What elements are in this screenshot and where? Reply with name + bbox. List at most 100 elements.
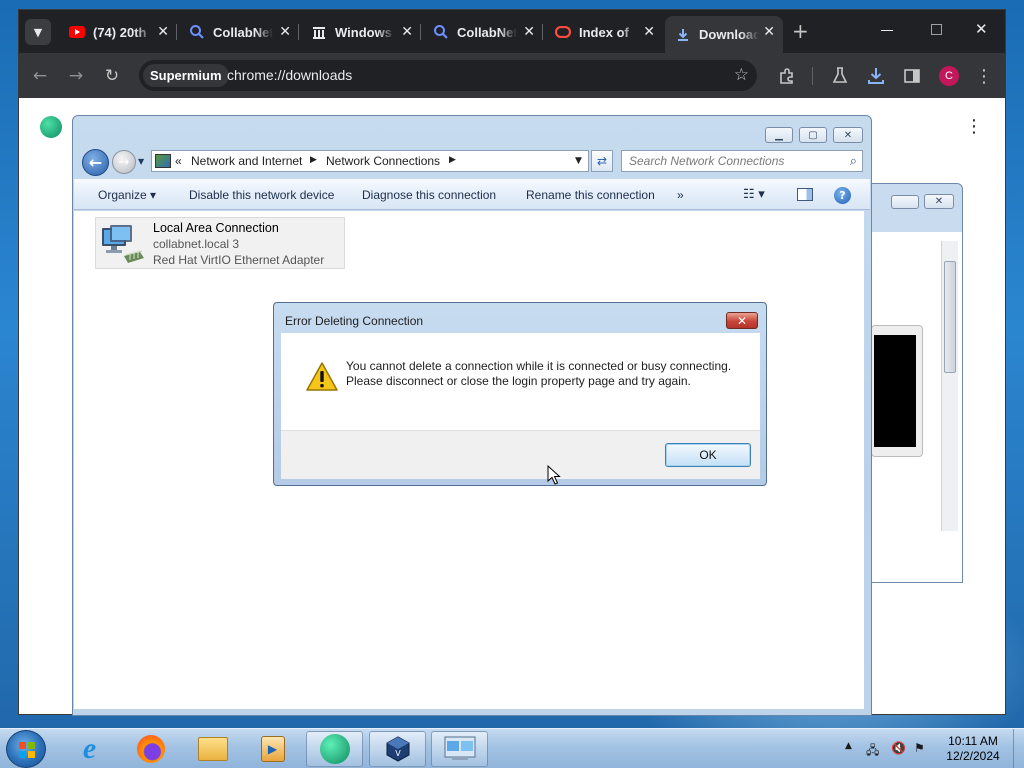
breadcrumb-network-and-internet[interactable]: Network and Internet: [191, 154, 302, 168]
dialog-message: You cannot delete a connection while it …: [346, 359, 732, 388]
tab-downloads[interactable]: Downloads ✕: [665, 16, 783, 53]
avatar[interactable]: C: [939, 66, 959, 86]
tab-youtube[interactable]: (74) 20th ✕: [59, 16, 177, 48]
search-icon[interactable]: ⌕: [850, 153, 857, 169]
back-icon[interactable]: ←: [29, 65, 51, 87]
list-item[interactable]: Local Area Connection collabnet.local 3 …: [95, 217, 345, 269]
search-input[interactable]: Search Network Connections ⌕: [621, 150, 863, 172]
help-icon[interactable]: ?: [834, 187, 851, 204]
new-tab-button[interactable]: +: [792, 21, 809, 41]
tab-windows[interactable]: Windows ✕: [301, 16, 421, 48]
close-icon[interactable]: ✕: [523, 23, 535, 40]
download-icon[interactable]: [865, 65, 887, 87]
disable-device-button[interactable]: Disable this network device: [189, 188, 334, 202]
scrollbar[interactable]: [941, 241, 958, 531]
show-desktop-button[interactable]: [1013, 729, 1024, 768]
breadcrumb-arrow-icon[interactable]: ▶: [310, 155, 317, 165]
tab-title: Downloads: [699, 27, 759, 42]
maximize-icon[interactable]: ▢: [799, 127, 827, 143]
more-commands-button[interactable]: »: [677, 188, 684, 202]
taskbar-virtualbox[interactable]: V: [369, 731, 426, 767]
folder-icon: [197, 737, 228, 761]
address-bar[interactable]: « Network and Internet ▶ Network Connect…: [151, 150, 589, 172]
connection-name: Local Area Connection: [153, 221, 279, 235]
refresh-icon[interactable]: ⇄: [591, 150, 613, 172]
extensions-icon[interactable]: [776, 65, 798, 87]
close-icon[interactable]: ✕: [924, 194, 954, 209]
tab-title: CollabNet: [457, 24, 517, 40]
media-player-icon: ▶: [260, 736, 285, 762]
building-icon: [311, 24, 327, 40]
omnibox-chip[interactable]: Supermium: [143, 64, 229, 87]
breadcrumb-overflow[interactable]: «: [175, 154, 182, 168]
taskbar-file-explorer[interactable]: [184, 731, 241, 767]
firefox-icon: [136, 735, 165, 763]
recent-pages-dropdown-icon[interactable]: ▼: [138, 157, 144, 166]
close-icon[interactable]: ✕: [726, 312, 758, 329]
tab-strip: ▼ (74) 20th ✕ CollabNet ✕ Windows ✕ Coll…: [19, 10, 1005, 53]
tab-index-of[interactable]: Index of ✕: [545, 16, 663, 48]
dialog-title: Error Deleting Connection: [285, 314, 424, 328]
taskbar-network-connections[interactable]: [431, 731, 488, 767]
close-icon[interactable]: ✕: [643, 23, 655, 40]
youtube-icon: [69, 24, 85, 40]
omnibox[interactable]: Supermium chrome://downloads ☆: [139, 60, 757, 91]
minimize-icon[interactable]: [881, 22, 895, 36]
maximize-icon[interactable]: [931, 24, 942, 35]
network-window-icon: [444, 736, 475, 760]
forward-button[interactable]: →: [112, 150, 136, 174]
clock-time: 10:11 AM: [948, 734, 998, 748]
download-icon: [675, 27, 691, 43]
connection-adapter: Red Hat VirtIO Ethernet Adapter: [153, 253, 325, 267]
bookmark-star-icon[interactable]: ☆: [734, 65, 749, 85]
breadcrumb-network-connections[interactable]: Network Connections: [326, 154, 440, 168]
forward-icon[interactable]: →: [65, 65, 87, 87]
close-icon[interactable]: ✕: [157, 23, 169, 40]
breadcrumb-arrow-icon[interactable]: ▶: [449, 155, 456, 165]
close-icon[interactable]: ✕: [833, 127, 863, 143]
omnibox-url[interactable]: chrome://downloads: [227, 67, 352, 83]
taskbar-supermium-browser[interactable]: [306, 731, 363, 767]
clock[interactable]: 10:11 AM 12/2/2024: [938, 734, 1008, 764]
diagnose-connection-button[interactable]: Diagnose this connection: [362, 188, 496, 202]
rename-connection-button[interactable]: Rename this connection: [526, 188, 655, 202]
reload-icon[interactable]: ↻: [101, 65, 123, 87]
close-icon[interactable]: ✕: [279, 23, 291, 40]
labs-flask-icon[interactable]: [829, 65, 851, 87]
start-button[interactable]: [6, 730, 46, 768]
restore-icon[interactable]: [891, 195, 919, 209]
change-view-icon[interactable]: ☷ ▾: [743, 186, 765, 202]
organize-button[interactable]: Organize ▾: [98, 188, 156, 202]
connection-network: collabnet.local 3: [153, 237, 240, 251]
network-tray-icon[interactable]: 🖧: [866, 741, 879, 762]
control-panel-icon: [155, 154, 171, 168]
ok-button[interactable]: OK: [665, 443, 751, 467]
taskbar-firefox[interactable]: [122, 731, 179, 767]
tab-collabnet-2[interactable]: CollabNet ✕: [423, 16, 543, 48]
taskbar: e ▶ V ▲ 🖧 🔇 ⚑ 10:11 AM 12/2/2024: [0, 728, 1024, 768]
tab-collabnet-1[interactable]: CollabNet ✕: [179, 16, 299, 48]
close-icon[interactable]: ✕: [763, 23, 775, 40]
taskbar-media-player[interactable]: ▶: [244, 731, 301, 767]
taskbar-internet-explorer[interactable]: e: [61, 731, 118, 767]
back-button[interactable]: ←: [82, 149, 109, 176]
svg-text:V: V: [395, 749, 401, 758]
close-window-icon[interactable]: ✕: [975, 20, 988, 38]
volume-muted-icon[interactable]: 🔇: [891, 741, 906, 755]
close-icon[interactable]: ✕: [401, 23, 413, 40]
toolbar-separator: [812, 67, 813, 85]
dialog-body: You cannot delete a connection while it …: [281, 333, 760, 430]
side-panel-icon[interactable]: [901, 65, 923, 87]
tab-search-button[interactable]: ▼: [25, 19, 51, 45]
address-dropdown-icon[interactable]: ▼: [575, 156, 582, 166]
tab-title: CollabNet: [213, 24, 273, 40]
menu-kebab-icon[interactable]: ⋮: [973, 65, 995, 87]
command-bar: Organize ▾ Disable this network device D…: [74, 178, 870, 210]
virtualbox-icon: V: [386, 736, 409, 762]
tab-title: Index of: [579, 24, 629, 40]
minimize-icon[interactable]: ▁: [765, 127, 793, 143]
preview-pane-icon[interactable]: [797, 188, 813, 201]
action-center-flag-icon[interactable]: ⚑: [914, 741, 925, 755]
show-hidden-icons[interactable]: ▲: [845, 741, 852, 751]
downloads-menu-icon[interactable]: ⋮: [965, 116, 983, 137]
